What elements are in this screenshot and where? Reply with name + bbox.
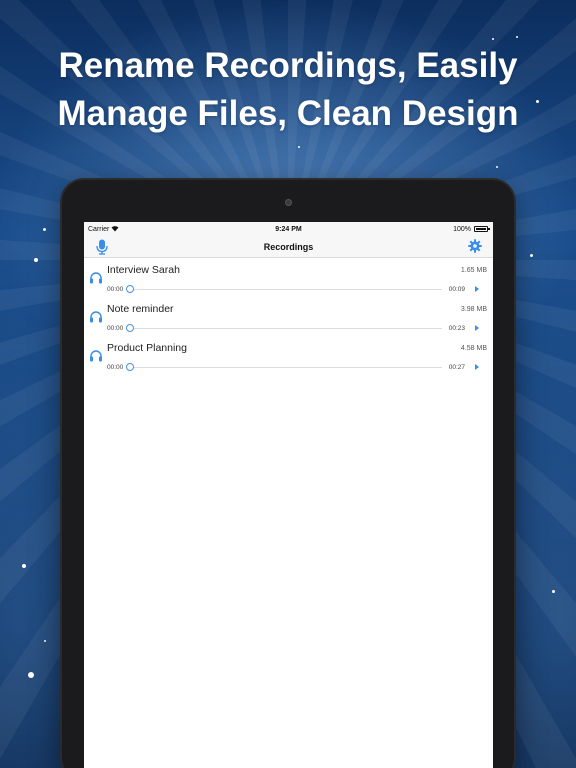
play-icon[interactable] [475,325,479,331]
recording-row[interactable]: Note reminder 3.98 MB 00:00 00:23 [84,298,493,337]
gear-icon[interactable] [468,239,482,253]
battery-icon [474,226,490,232]
progress-track[interactable] [126,328,442,329]
progress-slider-thumb[interactable] [126,285,134,293]
current-time: 00:00 [107,286,124,293]
star [44,640,46,642]
play-icon[interactable] [475,286,479,292]
recording-row[interactable]: Product Planning 4.58 MB 00:00 00:27 [84,337,493,376]
recording-name[interactable]: Interview Sarah [107,264,180,276]
recording-row[interactable]: Interview Sarah 1.65 MB 00:00 00:09 [84,259,493,298]
star [34,258,38,262]
star [552,590,555,593]
star [28,672,34,678]
progress-track[interactable] [126,289,442,290]
headline-line-2: Manage Files, Clean Design [57,94,519,133]
progress-slider-thumb[interactable] [126,363,134,371]
battery-label: 100% [453,226,471,233]
headphones-icon [89,271,103,284]
headphones-icon [89,349,103,362]
headline-line-1: Rename Recordings, Easily [58,46,518,85]
duration: 00:09 [448,286,465,293]
star [496,166,498,168]
duration: 00:23 [448,325,465,332]
recording-size: 3.98 MB [460,306,487,313]
recording-name[interactable]: Product Planning [107,342,187,354]
status-bar: Carrier 9:24 PM 100% [84,222,493,236]
star [516,36,518,38]
progress-track[interactable] [126,367,442,368]
play-icon[interactable] [475,364,479,370]
progress-slider-thumb[interactable] [126,324,134,332]
recording-size: 4.58 MB [460,345,487,352]
current-time: 00:00 [107,364,124,371]
page-title: Recordings [263,242,314,252]
star [492,38,494,40]
app-screen: Carrier 9:24 PM 100% Recordings Intervie… [84,222,493,768]
camera-icon [285,199,292,206]
recording-size: 1.65 MB [460,267,487,274]
star [43,228,46,231]
star [530,254,533,257]
nav-bar: Recordings [84,236,493,258]
duration: 00:27 [448,364,465,371]
star [22,564,26,568]
headline: Rename Recordings, Easily Manage Files, … [0,42,576,138]
status-time: 9:24 PM [275,226,302,233]
recordings-list: Interview Sarah 1.65 MB 00:00 00:09 Note… [84,259,493,376]
recording-name[interactable]: Note reminder [107,303,174,315]
headphones-icon [89,310,103,323]
star [298,146,300,148]
current-time: 00:00 [107,325,124,332]
